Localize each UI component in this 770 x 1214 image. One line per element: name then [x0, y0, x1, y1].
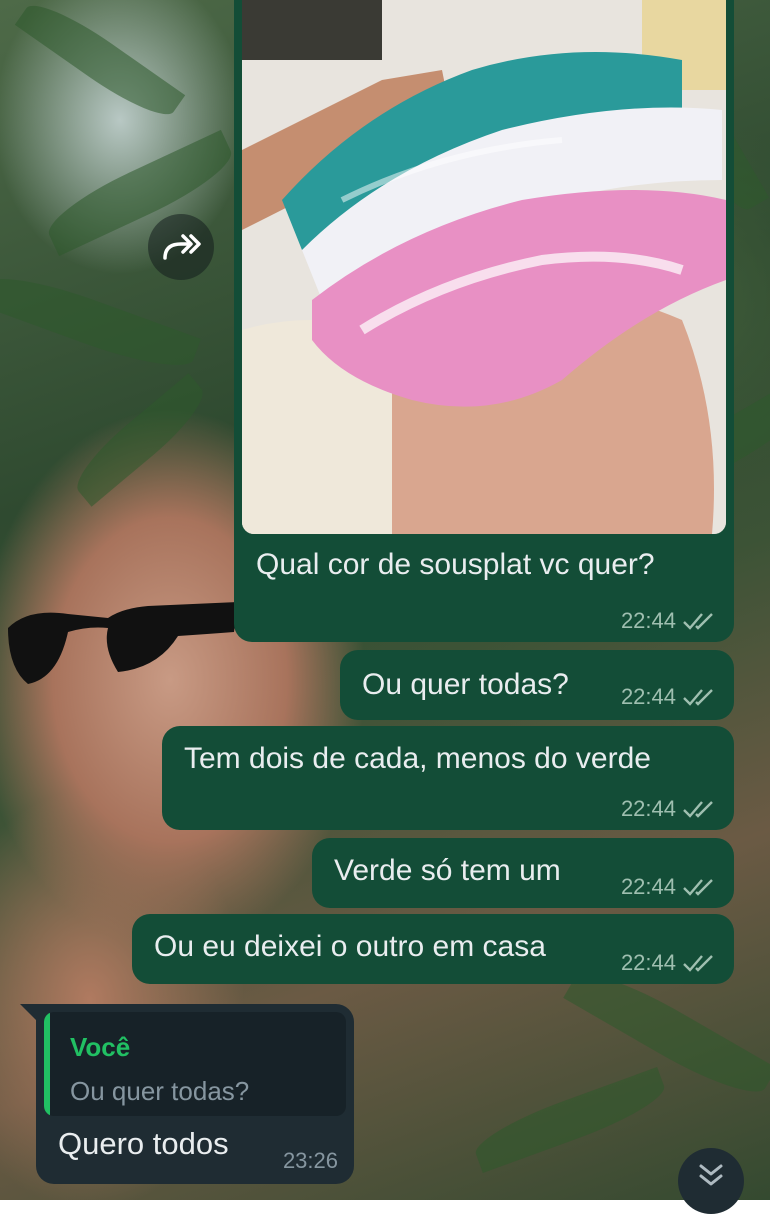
message-time: 22:44	[620, 608, 676, 633]
message-bubble[interactable]: Verde só tem um 22:44	[312, 838, 734, 908]
double-check-icon	[683, 801, 713, 818]
message-meta: 22:44	[621, 950, 716, 976]
forward-icon	[163, 234, 201, 260]
message-meta: 22:44	[621, 874, 716, 900]
double-check-icon	[683, 955, 713, 972]
quoted-message[interactable]: Você Ou quer todas?	[44, 1012, 346, 1116]
image-caption: Qual cor de sousplat vc quer?	[256, 548, 655, 581]
forward-button[interactable]	[148, 214, 214, 280]
message-time: 23:26	[282, 1148, 338, 1173]
sunglasses-graphic	[8, 602, 238, 684]
message-time: 22:44	[620, 874, 676, 899]
double-check-icon	[683, 879, 713, 896]
incoming-message-bubble[interactable]: Você Ou quer todas? Quero todos 23:26	[36, 1004, 354, 1184]
double-check-icon	[683, 689, 713, 706]
message-meta: 22:44	[621, 608, 716, 634]
quote-author: Você	[70, 1032, 131, 1062]
message-time: 22:44	[620, 950, 676, 975]
message-time: 22:44	[620, 796, 676, 821]
scroll-to-bottom-button[interactable]	[678, 1148, 744, 1214]
message-text: Quero todos	[58, 1126, 229, 1161]
message-bubble[interactable]: Tem dois de cada, menos do verde 22:44	[162, 726, 734, 830]
message-meta: 22:44	[621, 684, 716, 710]
quote-text: Ou quer todas?	[70, 1076, 250, 1106]
image-message-bubble[interactable]: Qual cor de sousplat vc quer? 22:44	[234, 0, 734, 642]
double-chevron-down-icon	[699, 1164, 723, 1186]
message-text: Ou eu deixei o outro em casa	[154, 930, 546, 963]
message-text: Verde só tem um	[334, 854, 561, 887]
double-check-icon	[683, 613, 713, 630]
message-meta: 22:44	[621, 796, 716, 822]
bubble-tail	[20, 1004, 36, 1020]
message-bubble[interactable]: Ou quer todas? 22:44	[340, 650, 734, 720]
crochet-placemats-photo[interactable]	[242, 0, 726, 534]
quote-accent-bar	[44, 1012, 50, 1116]
message-text: Ou quer todas?	[362, 668, 569, 701]
message-text: Tem dois de cada, menos do verde	[184, 742, 651, 775]
photo-illustration	[242, 0, 726, 534]
message-bubble[interactable]: Ou eu deixei o outro em casa 22:44	[132, 914, 734, 984]
message-time: 22:44	[620, 684, 676, 709]
